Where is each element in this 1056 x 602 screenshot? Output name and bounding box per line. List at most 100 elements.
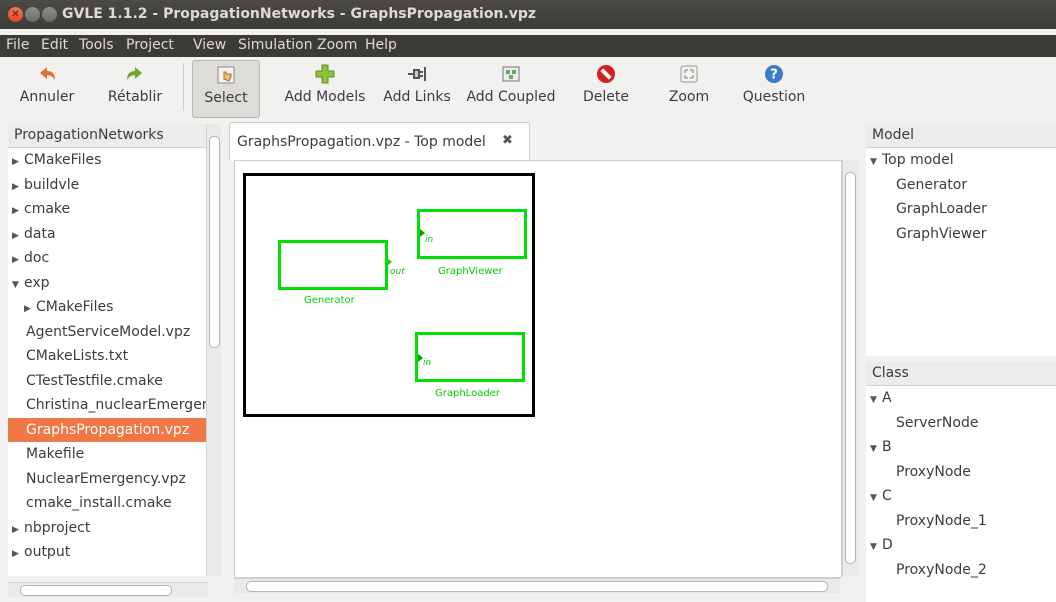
project-tree-item-label: CMakeLists.txt: [26, 348, 129, 364]
add-coupled-button[interactable]: Add Coupled: [462, 60, 560, 116]
project-tree-item[interactable]: ▶ buildvle: [8, 173, 206, 198]
menu-project[interactable]: Project: [126, 37, 174, 53]
scroll-thumb[interactable]: [845, 172, 856, 564]
collapsed-arrow-icon[interactable]: ▶: [12, 248, 24, 271]
graphloader-port-label: in: [423, 358, 432, 368]
project-tree-vscrollbar[interactable]: [206, 124, 221, 576]
redo-button[interactable]: Rétablir: [100, 60, 170, 116]
class-group-b[interactable]: ▼ B: [866, 435, 1056, 460]
project-tree-item[interactable]: ▶ CMakeFiles: [8, 148, 206, 173]
graphviewer-model-label: GraphViewer: [438, 266, 503, 277]
expanded-arrow-icon[interactable]: ▼: [12, 273, 24, 296]
project-tree-item[interactable]: ▶ output: [8, 540, 206, 565]
class-tree-panel: Class ▼ A ServerNode ▼ B ProxyNode ▼ C Prox…: [866, 362, 1056, 602]
undo-button[interactable]: Annuler: [16, 60, 78, 116]
class-group-c[interactable]: ▼ C: [866, 484, 1056, 509]
add-models-label: Add Models: [284, 89, 366, 105]
collapsed-arrow-icon[interactable]: ▶: [12, 224, 24, 247]
menu-simulation[interactable]: Simulation: [238, 37, 313, 53]
menu-help[interactable]: Help: [365, 37, 397, 53]
project-tree-item-label: cmake_install.cmake: [26, 495, 172, 511]
menu-tools[interactable]: Tools: [79, 37, 114, 53]
window-title: GVLE 1.1.2 - PropagationNetworks - Graph…: [62, 6, 537, 22]
toolbar: Annuler Rétablir Select Add Models Add L…: [0, 57, 1056, 120]
class-item[interactable]: ProxyNode_1: [866, 509, 1056, 534]
zoom-button[interactable]: Zoom: [660, 60, 718, 116]
collapsed-arrow-icon[interactable]: ▶: [12, 518, 24, 541]
collapsed-arrow-icon[interactable]: ▶: [12, 199, 24, 222]
project-tree-item[interactable]: ▶ doc: [8, 246, 206, 271]
canvas-hscrollbar[interactable]: [234, 578, 840, 593]
collapsed-arrow-icon[interactable]: ▶: [12, 175, 24, 198]
graphviewer-port-label: in: [425, 235, 434, 245]
project-tree-item[interactable]: AgentServiceModel.vpz: [8, 320, 206, 345]
project-tree-hscrollbar[interactable]: [8, 582, 208, 597]
model-tree-header[interactable]: Model: [866, 124, 1056, 148]
graphviewer-model[interactable]: [417, 209, 527, 259]
class-group-a[interactable]: ▼ A: [866, 386, 1056, 411]
expanded-arrow-icon: ▼: [870, 157, 877, 167]
model-tree-item[interactable]: GraphViewer: [866, 222, 1056, 247]
close-window-button[interactable]: ✕: [8, 7, 23, 22]
delete-button[interactable]: Delete: [576, 60, 636, 116]
project-tree-item[interactable]: ▼ exp: [8, 271, 206, 296]
model-tree-item[interactable]: GraphLoader: [866, 197, 1056, 222]
collapsed-arrow-icon[interactable]: ▶: [24, 297, 36, 320]
collapsed-arrow-icon[interactable]: ▶: [12, 542, 24, 565]
menu-edit[interactable]: Edit: [41, 37, 68, 53]
class-group-d[interactable]: ▼ D: [866, 533, 1056, 558]
project-tree-header[interactable]: PropagationNetworks: [8, 124, 206, 148]
generator-model[interactable]: [278, 240, 388, 290]
select-button[interactable]: Select: [192, 60, 260, 118]
project-tree-item[interactable]: ▶ nbproject: [8, 516, 206, 541]
output-port-icon: [387, 258, 392, 266]
project-tree-item[interactable]: cmake_install.cmake: [8, 491, 206, 516]
minimize-window-button[interactable]: [25, 7, 40, 22]
scroll-thumb[interactable]: [20, 585, 172, 596]
model-tree-item[interactable]: Generator: [866, 173, 1056, 198]
project-tree-item-label: NuclearEmergency.vpz: [26, 470, 186, 487]
close-tab-icon[interactable]: ✖: [502, 133, 513, 148]
zoom-label: Zoom: [668, 89, 710, 105]
project-tree-item[interactable]: Makefile: [8, 442, 206, 467]
tab-graphs-propagation[interactable]: GraphsPropagation.vpz - Top model ✖: [229, 122, 530, 161]
project-tree-item-label: Christina_nuclearEmergency.vpz: [26, 397, 206, 413]
class-item[interactable]: ProxyNode_2: [866, 558, 1056, 583]
add-models-button[interactable]: Add Models: [280, 60, 370, 116]
class-item[interactable]: ServerNode: [866, 411, 1056, 436]
coupled-model-icon: [502, 66, 520, 82]
menu-view[interactable]: View: [193, 37, 226, 53]
class-item[interactable]: ProxyNode: [866, 460, 1056, 485]
project-tree-item-label: AgentServiceModel.vpz: [26, 323, 191, 340]
menu-zoom[interactable]: Zoom: [317, 37, 357, 53]
project-tree-panel: PropagationNetworks ▶ CMakeFiles ▶ buildvle…: [8, 124, 206, 576]
project-tree-item-label: CMakeFiles: [36, 299, 114, 315]
project-tree-item-selected[interactable]: GraphsPropagation.vpz: [8, 417, 206, 442]
project-tree-item[interactable]: ▶ cmake: [8, 197, 206, 222]
collapsed-arrow-icon[interactable]: ▶: [12, 150, 24, 173]
add-links-button[interactable]: Add Links: [379, 60, 455, 116]
menu-file[interactable]: File: [6, 37, 29, 53]
project-tree-item[interactable]: CTestTestfile.cmake: [8, 369, 206, 394]
select-hand-icon: [217, 66, 235, 84]
undo-label: Annuler: [19, 89, 75, 105]
graphloader-model[interactable]: [415, 332, 525, 382]
project-tree-item[interactable]: ▶ data: [8, 222, 206, 247]
project-tree-item[interactable]: ▶ CMakeFiles: [8, 295, 206, 320]
project-tree-item[interactable]: NuclearEmergency.vpz: [8, 467, 206, 492]
zoom-icon: [680, 65, 698, 83]
project-tree-item[interactable]: CMakeLists.txt: [8, 344, 206, 369]
canvas-vscrollbar[interactable]: [842, 160, 857, 576]
project-tree-item-label: CTestTestfile.cmake: [26, 372, 163, 389]
generator-model-label: Generator: [304, 295, 355, 306]
class-tree-header[interactable]: Class: [866, 362, 1056, 386]
model-tree-root[interactable]: ▼ Top model: [866, 148, 1056, 173]
model-canvas[interactable]: out Generator in GraphViewer in GraphLoa…: [234, 160, 842, 578]
scroll-thumb[interactable]: [246, 581, 828, 592]
project-tree-item-label: data: [24, 225, 56, 242]
add-plus-icon: [315, 64, 335, 84]
maximize-window-button[interactable]: [42, 7, 57, 22]
project-tree-item[interactable]: Christina_nuclearEmergency.vpz: [8, 393, 206, 418]
question-button[interactable]: ? Question: [738, 60, 810, 116]
scroll-thumb[interactable]: [209, 136, 220, 348]
